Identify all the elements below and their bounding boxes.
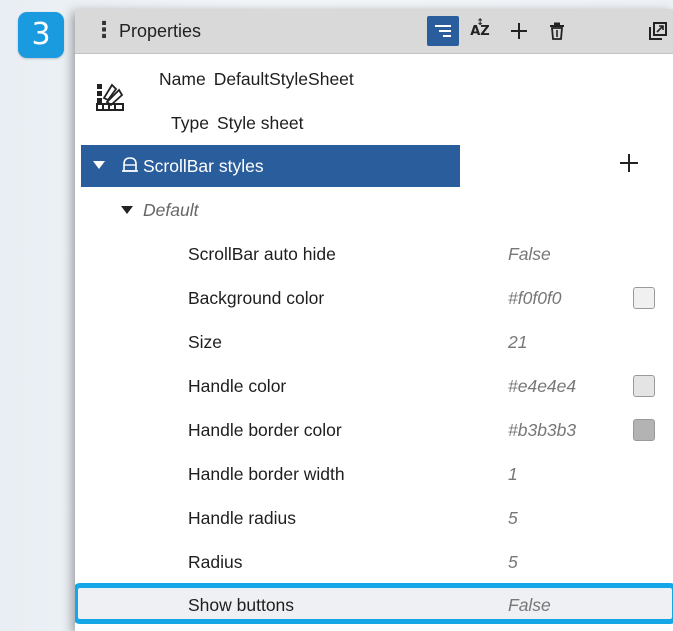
categorized-list-icon	[435, 25, 451, 37]
category-label: ScrollBar styles	[143, 156, 264, 176]
type-label: Type	[171, 113, 209, 133]
color-swatch[interactable]	[633, 287, 655, 309]
paint-bucket-icon	[122, 157, 138, 172]
property-value[interactable]: 5	[508, 508, 518, 529]
category-row-scrollbar-styles[interactable]: ScrollBar styles	[81, 145, 460, 187]
info-type-row: Type Style sheet	[171, 113, 304, 134]
property-name: Handle radius	[188, 508, 296, 528]
property-value[interactable]: 5	[508, 552, 518, 573]
property-value[interactable]: #e4e4e4	[508, 376, 576, 397]
float-window-button[interactable]	[642, 16, 673, 46]
panel-title: Properties	[119, 21, 202, 41]
property-row[interactable]: ScrollBar auto hide False	[75, 232, 673, 276]
property-name: Radius	[188, 552, 243, 572]
categorized-view-button[interactable]	[427, 16, 459, 46]
property-name: Handle border color	[188, 420, 342, 440]
property-value[interactable]: #b3b3b3	[508, 420, 576, 441]
property-name: Background color	[188, 288, 325, 308]
delete-icon	[550, 22, 564, 40]
float-window-icon	[649, 22, 667, 40]
name-value: DefaultStyleSheet	[213, 69, 354, 89]
property-row[interactable]: Size 21	[75, 320, 673, 364]
delete-button[interactable]	[541, 16, 573, 46]
panel-titlebar: ⋮ Properties AZ ↕	[75, 9, 673, 54]
sort-alphabetical-button[interactable]: AZ ↕	[464, 16, 496, 46]
info-name-row: Name DefaultStyleSheet	[159, 69, 354, 90]
expand-arrow-icon[interactable]	[93, 161, 105, 169]
expand-arrow-icon[interactable]	[121, 206, 133, 214]
property-value[interactable]: #f0f0f0	[508, 288, 562, 309]
property-row[interactable]: Handle color #e4e4e4	[75, 364, 673, 408]
style-sheet-icon	[96, 83, 124, 111]
add-button[interactable]	[503, 16, 535, 46]
property-row[interactable]: Handle border width 1	[75, 452, 673, 496]
property-row[interactable]: Radius 5	[75, 540, 673, 584]
subgroup-label: Default	[143, 200, 199, 220]
property-row-show-buttons[interactable]: Show buttons False	[75, 583, 673, 624]
step-number-badge: 3	[18, 12, 64, 58]
property-name: Show buttons	[188, 595, 295, 615]
property-name: Handle border width	[188, 464, 345, 484]
property-name: Handle color	[188, 376, 287, 396]
sort-az-icon: AZ ↕	[470, 17, 490, 39]
add-icon	[511, 23, 527, 39]
property-value[interactable]: 21	[508, 332, 527, 353]
color-swatch[interactable]	[633, 375, 655, 397]
type-value: Style sheet	[216, 113, 304, 133]
properties-panel: ⋮ Properties AZ ↕ Name DefaultStyleSheet…	[75, 9, 673, 631]
property-name: Size	[188, 332, 223, 352]
panel-menu-icon[interactable]: ⋮	[93, 19, 115, 41]
color-swatch[interactable]	[633, 419, 655, 441]
property-value[interactable]: 1	[508, 464, 518, 485]
property-row[interactable]: Background color #f0f0f0	[75, 276, 673, 320]
property-row[interactable]: Handle border color #b3b3b3	[75, 408, 673, 452]
property-value[interactable]: False	[508, 244, 551, 265]
property-name: ScrollBar auto hide	[188, 244, 336, 264]
property-value[interactable]: False	[508, 595, 551, 616]
property-row[interactable]: Handle radius 5	[75, 496, 673, 540]
add-style-icon[interactable]	[619, 153, 639, 173]
name-label: Name	[159, 69, 206, 89]
